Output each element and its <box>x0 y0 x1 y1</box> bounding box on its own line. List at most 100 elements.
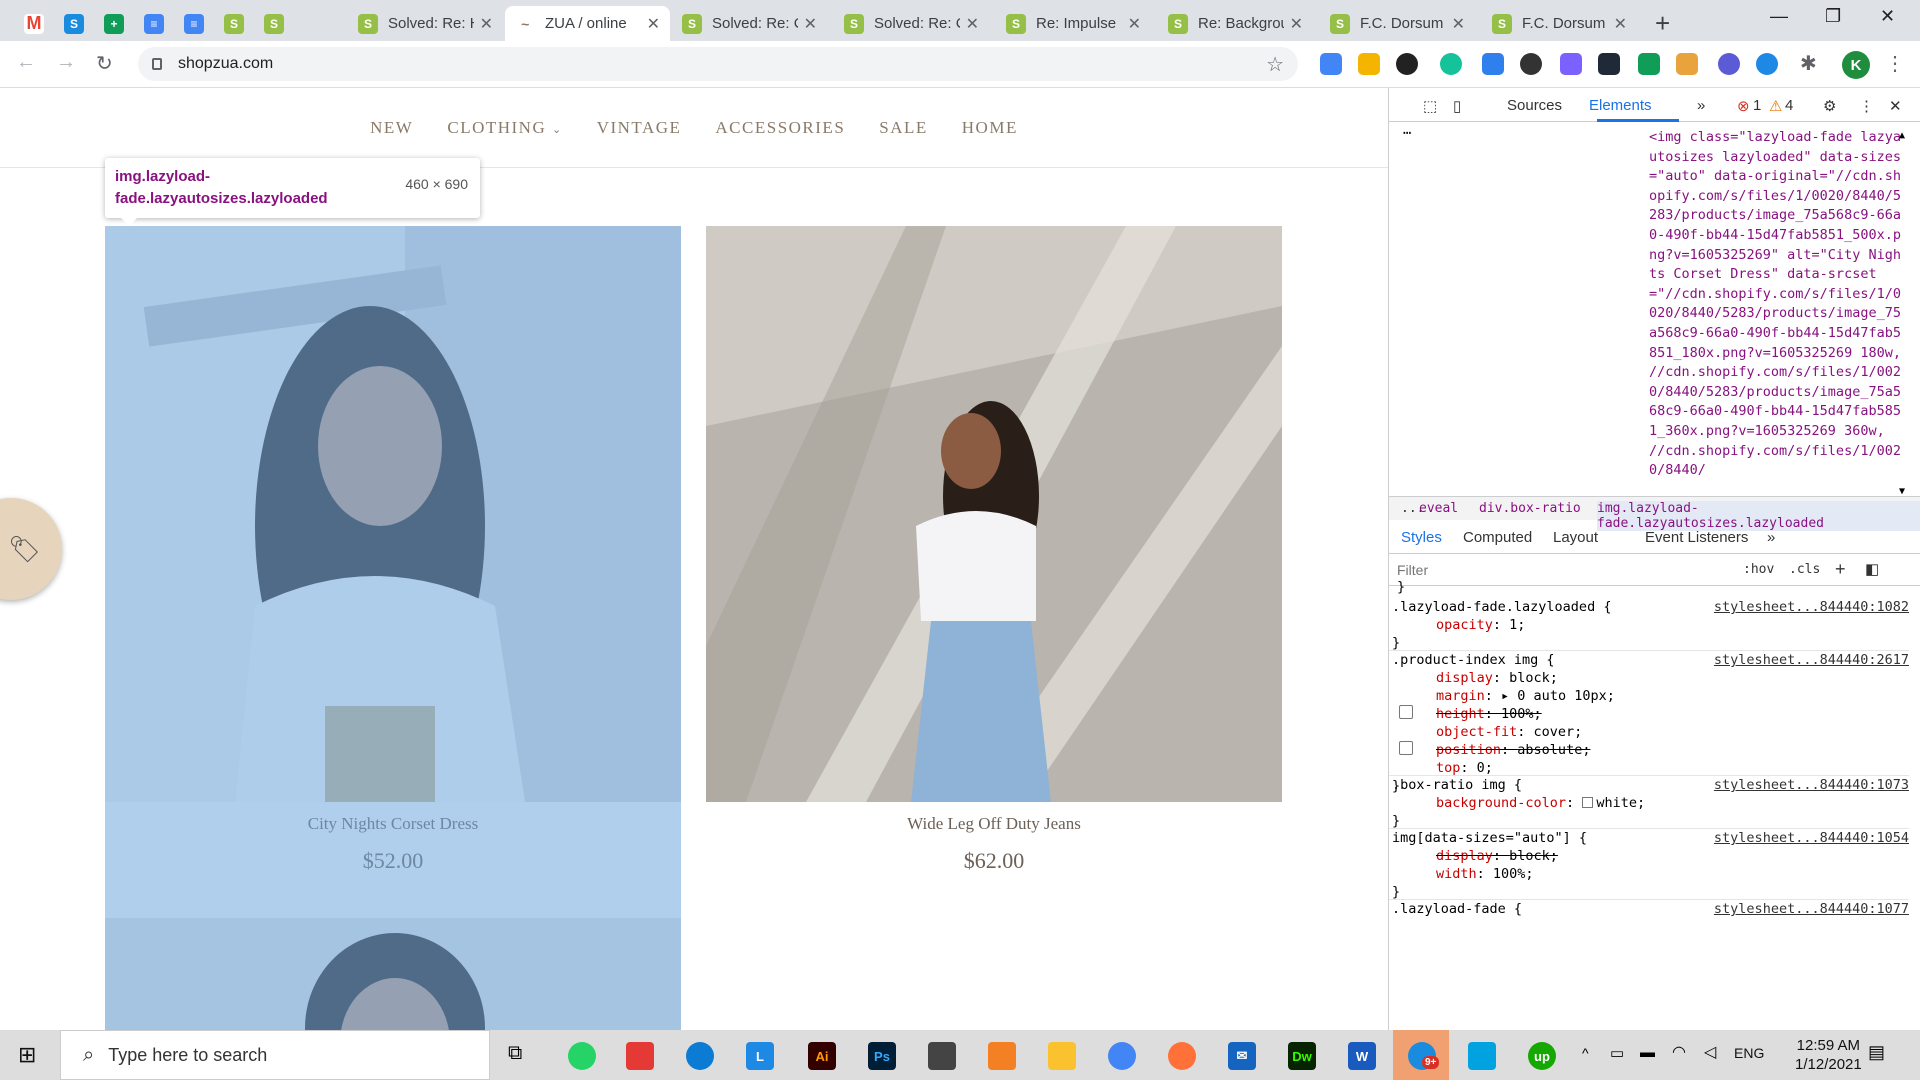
tab-sources[interactable]: Sources <box>1507 97 1562 114</box>
css-property[interactable]: background-color: white; <box>1414 794 1909 812</box>
store-icon[interactable] <box>928 1042 956 1070</box>
task-view-icon[interactable]: ⧉ <box>508 1042 522 1065</box>
extension-icon[interactable] <box>1520 53 1542 75</box>
download-icon[interactable] <box>1482 53 1504 75</box>
tab-zua-active[interactable]: ~ ZUA / online ✕ <box>505 6 670 41</box>
error-count[interactable]: 1 <box>1753 97 1761 114</box>
product-photo[interactable] <box>105 226 681 802</box>
product-title[interactable]: Wide Leg Off Duty Jeans <box>706 814 1282 834</box>
illustrator-icon[interactable]: Ai <box>808 1042 836 1070</box>
tab-shopify-2[interactable]: S <box>254 6 294 41</box>
chrome-icon[interactable] <box>1108 1042 1136 1070</box>
extension-icon[interactable] <box>1638 53 1660 75</box>
vlc-icon[interactable] <box>988 1042 1016 1070</box>
add-rule-icon[interactable]: + <box>1835 559 1846 580</box>
devtools-menu-icon[interactable]: ⋮ <box>1859 97 1874 115</box>
extension-icon[interactable] <box>1396 53 1418 75</box>
close-icon[interactable]: ✕ <box>804 14 817 34</box>
scroll-up-icon[interactable]: ▲ <box>1899 126 1905 146</box>
nav-clothing[interactable]: CLOTHING ⌄ <box>447 118 562 138</box>
product-card[interactable]: Wide Leg Off Duty Jeans $62.00 <box>706 226 1282 874</box>
nav-vintage[interactable]: VINTAGE <box>597 118 682 138</box>
forward-icon[interactable]: → <box>56 51 76 74</box>
extension-icon[interactable] <box>1718 53 1740 75</box>
tab-impulse[interactable]: S Re: Impulse ✕ <box>996 6 1151 41</box>
tab-gmail[interactable]: M <box>14 6 54 41</box>
extension-icon[interactable] <box>1560 53 1582 75</box>
extension-icon[interactable] <box>1756 53 1778 75</box>
product-photo[interactable] <box>105 918 681 1030</box>
tab-docs[interactable]: ≡ <box>134 6 174 41</box>
property-checkbox[interactable] <box>1399 705 1413 719</box>
settings-gear-icon[interactable]: ⚙ <box>1823 97 1836 115</box>
property-checkbox[interactable] <box>1399 741 1413 755</box>
css-property[interactable]: object-fit: cover; <box>1414 723 1909 741</box>
extension-icon[interactable] <box>1676 53 1698 75</box>
css-property[interactable]: margin: ▸ 0 auto 10px; <box>1414 687 1909 705</box>
css-rule[interactable]: .product-index img { stylesheet...844440… <box>1389 651 1909 794</box>
rule-source[interactable]: stylesheet...844440:1082 <box>1714 598 1909 616</box>
tab-styles[interactable]: Styles <box>1401 529 1442 546</box>
css-property[interactable]: top: 0; <box>1414 759 1909 777</box>
tab-solved-h[interactable]: S Solved: Re: H ✕ <box>348 6 503 41</box>
css-property[interactable]: width: 100%; <box>1414 865 1909 883</box>
language-indicator[interactable]: ENG <box>1734 1045 1764 1061</box>
notification-center-icon[interactable]: ▤ <box>1868 1042 1885 1063</box>
mail-icon[interactable]: ✉ <box>1228 1042 1256 1070</box>
tab-shopify[interactable]: S <box>214 6 254 41</box>
more-tabs-icon[interactable]: » <box>1697 97 1705 114</box>
breadcrumb-item[interactable]: eveal <box>1419 501 1458 516</box>
reload-icon[interactable]: ↻ <box>96 51 113 76</box>
address-bar[interactable]: shopzua.com ☆ <box>138 47 1298 81</box>
tab-sheets[interactable]: + <box>94 6 134 41</box>
close-icon[interactable]: ✕ <box>1128 14 1141 34</box>
inspect-icon[interactable]: ⬚ <box>1423 97 1437 115</box>
tab-event-listeners[interactable]: Event Listeners <box>1645 529 1748 546</box>
extension-icon[interactable] <box>1358 53 1380 75</box>
filter-input[interactable] <box>1397 559 1697 581</box>
css-property[interactable]: display: block; <box>1414 669 1909 687</box>
close-icon[interactable]: ✕ <box>1290 14 1303 34</box>
edge-icon[interactable] <box>686 1042 714 1070</box>
ellipsis-icon[interactable]: ⋯ <box>1403 124 1411 144</box>
tab-layout[interactable]: Layout <box>1553 529 1598 546</box>
app-icon[interactable] <box>1468 1042 1496 1070</box>
volume-icon[interactable]: ◁ <box>1704 1042 1716 1062</box>
tab-computed[interactable]: Computed <box>1463 529 1532 546</box>
product-title[interactable]: City Nights Corset Dress <box>105 814 681 834</box>
css-property-overridden[interactable]: display: block; <box>1414 847 1909 865</box>
puzzle-extensions-icon[interactable]: ✱ <box>1800 51 1817 76</box>
nav-home[interactable]: HOME <box>962 118 1018 138</box>
dreamweaver-icon[interactable]: Dw <box>1288 1042 1316 1070</box>
firefox-icon[interactable] <box>1168 1042 1196 1070</box>
hover-state-toggle[interactable]: :hov <box>1743 562 1774 577</box>
rule-source[interactable]: stylesheet...844440:2617 <box>1714 651 1909 669</box>
device-icon[interactable]: ▭ <box>1610 1044 1624 1062</box>
extension-icon[interactable] <box>1598 53 1620 75</box>
css-rule[interactable]: .lazyload-fade.lazyloaded { stylesheet..… <box>1389 598 1909 651</box>
tab-solved-c-2[interactable]: S Solved: Re: C ✕ <box>834 6 989 41</box>
bookmark-star-icon[interactable]: ☆ <box>1266 52 1284 77</box>
warning-count[interactable]: 4 <box>1785 97 1793 114</box>
discount-badge[interactable]: 🏷 <box>0 498 62 600</box>
app-icon[interactable]: L <box>746 1042 774 1070</box>
photoshop-icon[interactable]: Ps <box>868 1042 896 1070</box>
more-tabs-icon[interactable]: » <box>1767 529 1775 546</box>
new-tab-button[interactable]: + <box>1655 8 1670 39</box>
css-property-overridden[interactable]: position: absolute; <box>1399 741 1909 759</box>
close-icon[interactable]: ✕ <box>647 14 660 34</box>
close-devtools-icon[interactable]: ✕ <box>1889 97 1902 115</box>
taskbar-search[interactable]: ⌕ Type here to search <box>60 1030 490 1080</box>
wifi-icon[interactable]: ◠ <box>1672 1042 1686 1062</box>
tab-background[interactable]: S Re: Backgrou ✕ <box>1158 6 1313 41</box>
word-icon[interactable]: W <box>1348 1042 1376 1070</box>
file-explorer-icon[interactable] <box>1048 1042 1076 1070</box>
translate-icon[interactable] <box>1320 53 1342 75</box>
app-icon[interactable] <box>626 1042 654 1070</box>
rule-source[interactable]: stylesheet...844440:1054 <box>1714 829 1909 847</box>
tab-solved-c[interactable]: S Solved: Re: C ✕ <box>672 6 827 41</box>
maximize-icon[interactable]: ❐ <box>1825 6 1841 27</box>
product-card[interactable] <box>105 918 681 1030</box>
tab-fc-dorsum[interactable]: S F.C. Dorsum ✕ <box>1320 6 1475 41</box>
warning-icon[interactable]: ⚠ <box>1769 97 1782 115</box>
